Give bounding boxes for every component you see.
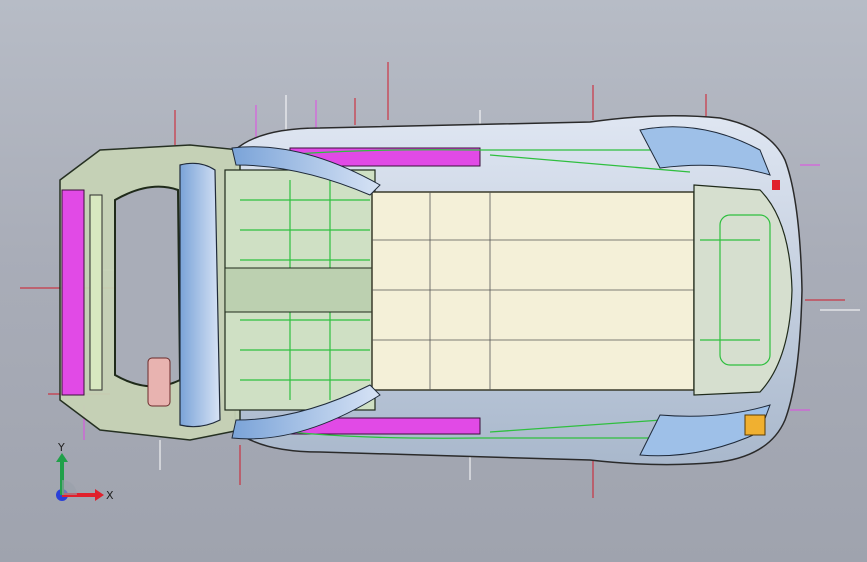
cowl-panel bbox=[179, 162, 221, 428]
cad-viewport[interactable]: X Y bbox=[0, 0, 867, 562]
x-axis-label: X bbox=[106, 489, 114, 502]
rear-bracket bbox=[744, 414, 766, 436]
rear-marker bbox=[772, 180, 780, 190]
front-bumper-beam bbox=[61, 189, 85, 396]
strut-tower-left bbox=[147, 357, 171, 407]
engine-bay-opening bbox=[114, 185, 182, 388]
rear-floor-panel bbox=[371, 191, 695, 391]
center-tunnel bbox=[224, 267, 376, 313]
axis-triad[interactable]: X Y bbox=[40, 440, 120, 520]
y-axis-label: Y bbox=[57, 441, 65, 454]
rear-end-structure bbox=[693, 184, 793, 396]
car-body-model[interactable] bbox=[0, 0, 867, 562]
triad-arc bbox=[62, 480, 77, 495]
front-bumper-inner bbox=[89, 194, 103, 391]
